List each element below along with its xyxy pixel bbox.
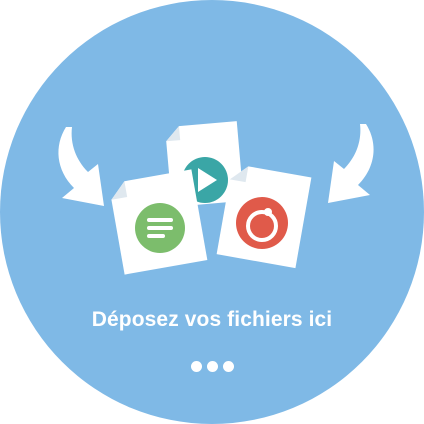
arrow-down-left-icon [328,124,374,203]
loading-dots [0,361,424,372]
image-file-icon [216,166,312,269]
text-file-icon [111,169,208,275]
dot [222,361,234,372]
arrow-down-right-icon [58,127,104,206]
drop-instruction-text: Déposez vos fichiers ici [91,308,333,331]
dot [206,361,218,372]
file-drop-zone[interactable]: Déposez vos fichiers ici [0,0,424,424]
dot [190,361,202,372]
